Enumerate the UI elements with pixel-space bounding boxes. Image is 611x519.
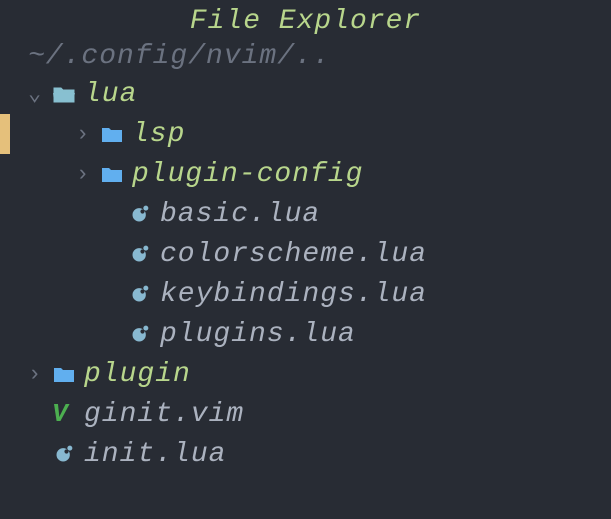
folder-plugin[interactable]: › plugin [28,354,611,394]
file-label: basic.lua [160,199,320,230]
lua-file-icon [128,284,160,304]
lua-file-icon [128,324,160,344]
folder-closed-icon [52,364,84,384]
lua-file-icon [52,444,84,464]
chevron-right-icon: › [28,362,52,387]
file-colorscheme-lua[interactable]: colorscheme.lua [28,234,611,274]
folder-lsp[interactable]: › lsp [28,114,611,154]
file-label: keybindings.lua [160,279,427,310]
lua-file-icon [128,244,160,264]
folder-label: plugin-config [132,159,363,190]
lua-file-icon [128,204,160,224]
file-ginit-vim[interactable]: V ginit.vim [28,394,611,434]
folder-plugin-config[interactable]: › plugin-config [28,154,611,194]
folder-label: lua [84,79,137,110]
current-path: ~/.config/nvim/.. [0,39,611,74]
vim-file-icon: V [52,399,84,429]
folder-label: plugin [84,359,191,390]
file-plugins-lua[interactable]: plugins.lua [28,314,611,354]
file-init-lua[interactable]: init.lua [28,434,611,474]
chevron-right-icon: › [76,122,100,147]
folder-closed-icon [100,124,132,144]
file-tree: ⌄ lua › lsp › plugin-config basic.lua co… [0,74,611,474]
file-basic-lua[interactable]: basic.lua [28,194,611,234]
file-label: ginit.vim [84,399,244,430]
chevron-right-icon: › [76,162,100,187]
file-label: colorscheme.lua [160,239,427,270]
folder-closed-icon [100,164,132,184]
file-label: plugins.lua [160,319,356,350]
chevron-down-icon: ⌄ [28,81,52,107]
folder-label: lsp [132,119,185,150]
file-label: init.lua [84,439,226,470]
explorer-title: File Explorer [0,4,611,39]
file-keybindings-lua[interactable]: keybindings.lua [28,274,611,314]
folder-lua[interactable]: ⌄ lua [28,74,611,114]
folder-open-icon [52,84,84,104]
